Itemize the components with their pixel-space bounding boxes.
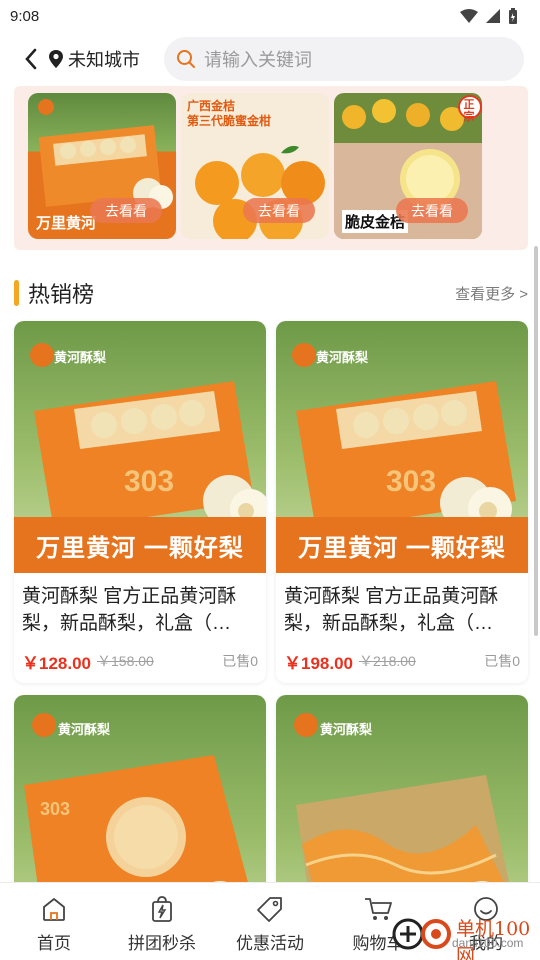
hot-sales-header: 热销榜 查看更多 >: [14, 278, 528, 308]
product-card[interactable]: 303 黄河酥梨 万里黄河 一颗好梨 黄河酥梨 官方正品黄河酥梨，新品酥梨，礼盒…: [276, 321, 528, 683]
promo-card-pear[interactable]: 万里黄河 去看看: [28, 93, 176, 239]
location-pin-icon: [49, 50, 63, 68]
price-row: ￥128.00 ￥158.00 已售0: [14, 639, 266, 683]
product-price: ￥198.00: [284, 653, 353, 673]
product-old-price: ￥218.00: [359, 653, 416, 669]
promo-card-kumquat[interactable]: 广西金桔 第三代脆蜜金柑 去看看: [181, 93, 329, 239]
see-more-link[interactable]: 查看更多 >: [455, 283, 528, 304]
product-card[interactable]: 303 黄河酥梨: [14, 695, 266, 882]
sold-count: 已售0: [484, 653, 520, 669]
brand-name: 黄河酥梨: [320, 722, 373, 737]
search-input[interactable]: 请输入关键词: [164, 37, 524, 81]
pear-giftbox-image: 303: [24, 713, 248, 882]
battery-icon: [509, 8, 517, 24]
back-button[interactable]: [14, 39, 48, 79]
sold-count: 已售0: [222, 653, 258, 669]
section-title: 热销榜: [28, 282, 95, 307]
nav-promotions[interactable]: 优惠活动: [216, 883, 324, 960]
watermark-url: danji100.com: [452, 936, 524, 950]
wifi-icon: [460, 9, 478, 23]
main-content: 万里黄河 去看看 广西金桔 第三代脆蜜金柑 去看看 正宗 脆皮金桔 去看看 热销…: [0, 86, 540, 882]
nav-home[interactable]: 首页: [0, 883, 108, 960]
brand-name: 黄河酥梨: [58, 722, 111, 737]
promo-card-crisp-kumquat[interactable]: 正宗 脆皮金桔 去看看: [334, 93, 482, 239]
brand-logo: 黄河酥梨: [58, 719, 110, 738]
promo-overlay-text: 广西金桔 第三代脆蜜金柑: [187, 99, 272, 128]
brand-name: 黄河酥梨: [54, 350, 107, 365]
flash-bag-icon: [152, 896, 172, 922]
status-icons: [460, 8, 518, 24]
product-title: 黄河酥梨 官方正品黄河酥梨，新品酥梨，礼盒（…: [284, 586, 499, 634]
promo-banner-strip: 万里黄河 去看看 广西金桔 第三代脆蜜金柑 去看看 正宗 脆皮金桔 去看看: [14, 86, 528, 250]
pear-giftbox-image: [294, 713, 509, 882]
cart-icon: [365, 898, 392, 920]
scrollbar[interactable]: [534, 246, 538, 636]
promo-caption: 万里黄河: [36, 215, 97, 232]
status-time: 9:08: [10, 7, 40, 25]
brand-logo: 黄河酥梨: [320, 719, 372, 738]
chevron-left-icon: [25, 48, 37, 70]
top-header: 未知城市 请输入关键词: [0, 32, 540, 86]
product-image: 303 黄河酥梨: [14, 695, 266, 882]
city-label: 未知城市: [68, 50, 140, 70]
status-bar: 9:08: [0, 0, 540, 32]
home-icon: [43, 898, 65, 921]
svg-text:303: 303: [40, 799, 70, 819]
promo-go-button[interactable]: 去看看: [396, 198, 468, 223]
product-title: 黄河酥梨 官方正品黄河酥梨，新品酥梨，礼盒（…: [22, 586, 237, 634]
product-image: 303 黄河酥梨 万里黄河 一颗好梨: [276, 321, 528, 573]
promo-badge: 正宗: [463, 99, 475, 123]
svg-text:303: 303: [124, 465, 174, 498]
section-accent-bar: [14, 280, 19, 306]
brand-logo: 黄河酥梨: [316, 347, 368, 366]
tag-icon: [257, 897, 282, 922]
price-row: ￥198.00 ￥218.00 已售0: [276, 639, 528, 683]
svg-text:303: 303: [386, 465, 436, 498]
nav-label: 首页: [37, 934, 71, 953]
image-caption: 万里黄河 一颗好梨: [14, 517, 266, 573]
signal-icon: [486, 9, 500, 23]
brand-name: 黄河酥梨: [316, 350, 369, 365]
nav-group-flash[interactable]: 拼团秒杀: [108, 883, 216, 960]
watermark-logo-icon: [392, 918, 451, 950]
product-image: 黄河酥梨: [276, 695, 528, 882]
product-image: 303 黄河酥梨 万里黄河 一颗好梨: [14, 321, 266, 573]
nav-label: 优惠活动: [236, 934, 304, 953]
product-price: ￥128.00: [22, 653, 91, 673]
image-caption: 万里黄河 一颗好梨: [276, 517, 528, 573]
search-icon: [177, 50, 195, 68]
site-watermark: 单机100网 danji100.com: [390, 912, 540, 960]
search-placeholder: 请输入关键词: [204, 50, 312, 70]
promo-go-button[interactable]: 去看看: [90, 198, 162, 223]
product-card[interactable]: 黄河酥梨: [276, 695, 528, 882]
product-old-price: ￥158.00: [97, 653, 154, 669]
brand-logo: 黄河酥梨: [54, 347, 106, 366]
product-card[interactable]: 303 黄河酥梨 万里黄河 一颗好梨 黄河酥梨 官方正品黄河酥梨，新品酥梨，礼盒…: [14, 321, 266, 683]
city-selector[interactable]: 未知城市: [48, 46, 140, 72]
promo-go-button[interactable]: 去看看: [243, 198, 315, 223]
nav-label: 拼团秒杀: [128, 934, 196, 953]
